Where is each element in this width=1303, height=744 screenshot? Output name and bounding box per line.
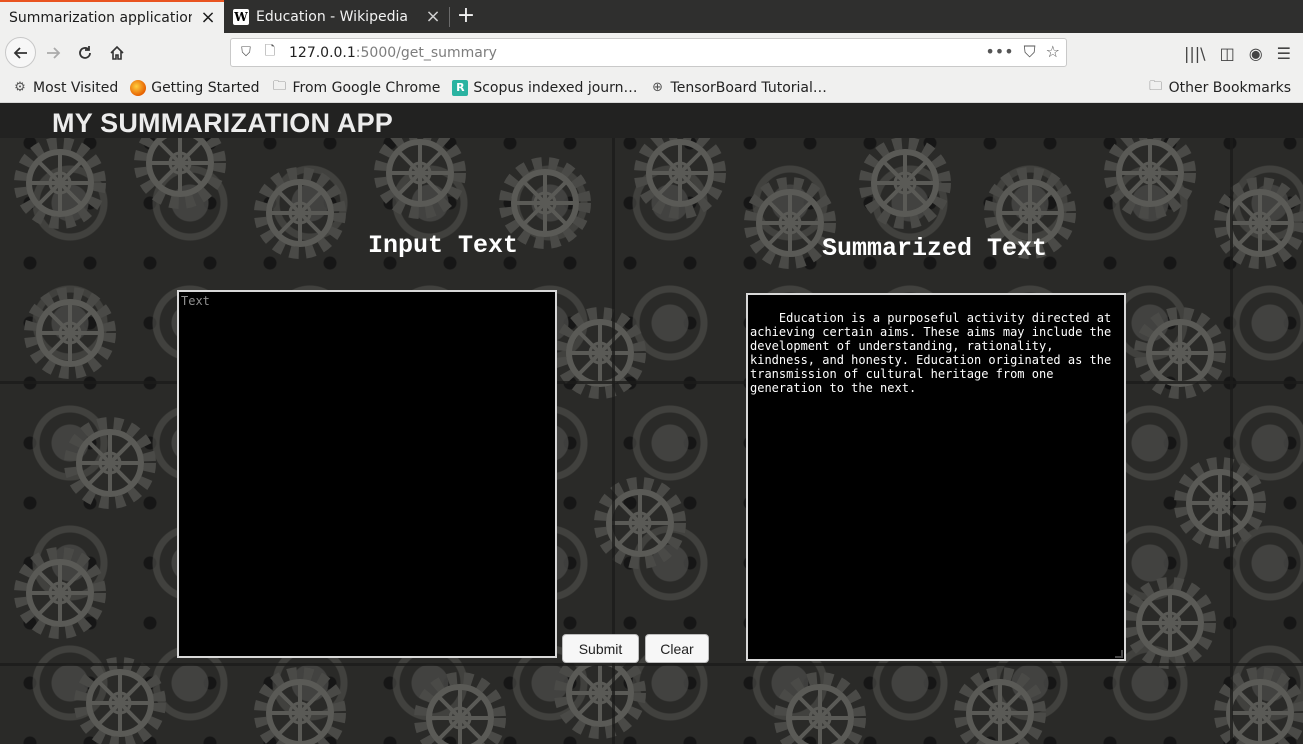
arrow-right-icon xyxy=(47,47,61,59)
folder-icon: 🗀 xyxy=(1149,78,1163,94)
close-icon[interactable]: × xyxy=(417,7,449,26)
reload-icon xyxy=(79,46,91,59)
wikipedia-icon: W xyxy=(233,8,249,25)
bookmark-from-google-chrome[interactable]: 🗀 From Google Chrome xyxy=(271,78,441,96)
tab-separator xyxy=(449,7,450,27)
submit-button[interactable]: Submit xyxy=(562,634,639,663)
output-heading: Summarized Text xyxy=(822,234,1048,263)
bookmark-most-visited[interactable]: ⚙ Most Visited xyxy=(12,80,118,96)
address-bar[interactable]: ⛉ 🗋 127.0.0.1:5000/get_summary ••• ⛉ ☆ xyxy=(230,38,1067,67)
bookmark-label: Getting Started xyxy=(151,79,260,96)
page-content: MY SUMMARIZATION APP Input Text Summariz… xyxy=(0,103,1303,744)
bookmark-label: Most Visited xyxy=(33,79,119,96)
home-icon xyxy=(110,45,124,60)
resize-handle[interactable] xyxy=(1115,650,1123,658)
bookmarks-toolbar: ⚙ Most Visited Getting Started 🗀 From Go… xyxy=(0,73,1303,103)
account-icon[interactable]: ◉ xyxy=(1249,44,1263,63)
tab-title: Summarization application xyxy=(9,9,192,26)
navigation-bar: ⛉ 🗋 127.0.0.1:5000/get_summary ••• ⛉ ☆ |… xyxy=(0,33,1303,73)
summary-text: Education is a purposeful activity direc… xyxy=(750,311,1119,395)
firefox-icon xyxy=(130,79,147,96)
input-heading: Input Text xyxy=(368,231,519,260)
tab-wikipedia[interactable]: W Education - Wikipedia × xyxy=(225,0,449,33)
tile-divider xyxy=(1230,103,1233,744)
menu-icon[interactable]: ☰ xyxy=(1277,44,1291,63)
library-icon[interactable]: |||\ xyxy=(1184,44,1206,63)
bookmark-star-icon[interactable]: ☆ xyxy=(1046,42,1060,62)
r-logo-icon: R xyxy=(452,79,469,96)
bookmark-label: Scopus indexed journ… xyxy=(473,79,638,96)
pocket-icon[interactable]: ⛉ xyxy=(1024,42,1036,62)
url-path: :5000/get_summary xyxy=(355,44,497,61)
bookmark-getting-started[interactable]: Getting Started xyxy=(130,79,260,96)
home-button[interactable] xyxy=(102,38,132,68)
summary-output[interactable]: Education is a purposeful activity direc… xyxy=(746,293,1126,661)
sidebar-icon[interactable]: ◫ xyxy=(1220,44,1235,63)
shield-icon[interactable]: ⛉ xyxy=(237,45,255,60)
url-host: 127.0.0.1 xyxy=(289,44,356,61)
back-button[interactable] xyxy=(5,37,36,68)
close-icon[interactable]: × xyxy=(192,8,224,27)
reload-button[interactable] xyxy=(70,38,100,68)
app-title: MY SUMMARIZATION APP xyxy=(52,108,393,138)
globe-icon: ⊕ xyxy=(652,80,663,95)
bookmark-label: Other Bookmarks xyxy=(1168,79,1291,96)
folder-icon: 🗀 xyxy=(272,78,286,94)
forward-button[interactable] xyxy=(38,38,68,68)
app-header: MY SUMMARIZATION APP xyxy=(0,103,1303,138)
clear-button[interactable]: Clear xyxy=(645,634,709,663)
bookmark-tensorboard[interactable]: ⊕ TensorBoard Tutorial… xyxy=(650,80,827,96)
tab-title: Education - Wikipedia xyxy=(256,8,408,25)
bookmark-scopus[interactable]: R Scopus indexed journ… xyxy=(452,79,638,96)
bookmark-other[interactable]: 🗀 Other Bookmarks xyxy=(1148,78,1291,96)
page-actions-icon[interactable]: ••• xyxy=(985,42,1013,62)
bookmark-label: From Google Chrome xyxy=(292,79,441,96)
arrow-left-icon xyxy=(13,46,27,59)
gear-icon: ⚙ xyxy=(14,80,26,95)
input-textarea[interactable] xyxy=(177,290,557,658)
new-tab-button[interactable]: + xyxy=(452,2,480,30)
tab-summarization[interactable]: Summarization application × xyxy=(0,0,224,33)
tile-divider xyxy=(0,663,1303,666)
bookmark-label: TensorBoard Tutorial… xyxy=(670,79,827,96)
tab-bar: Summarization application × W Education … xyxy=(0,0,1303,33)
url-text[interactable]: 127.0.0.1:5000/get_summary xyxy=(289,45,497,61)
page-icon: 🗋 xyxy=(264,43,276,59)
